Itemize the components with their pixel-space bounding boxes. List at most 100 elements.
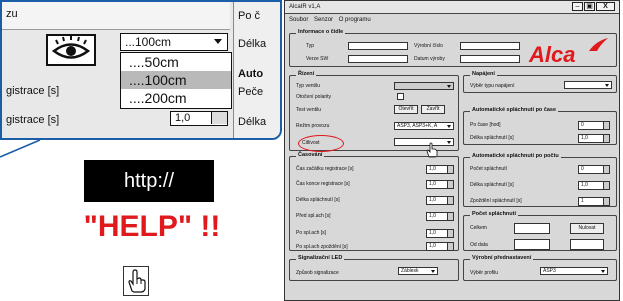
zavrit-button[interactable]: Zavřít [421, 105, 445, 114]
zoom-right-label-3: Auto [238, 68, 264, 80]
zoom-row-label-a: gistrace [s] [6, 85, 60, 97]
typ-field [348, 42, 408, 50]
minimize-button[interactable]: – [572, 2, 583, 11]
datum-vyroby-field [460, 55, 520, 63]
distance-combo-value: ...100cm [125, 35, 172, 49]
label-po-case: Po čase [hod] [470, 122, 501, 128]
distance-combo[interactable]: ...100cm [120, 33, 228, 51]
citlivost-select[interactable] [394, 138, 454, 146]
casovani-value: 1,0 [429, 197, 436, 203]
label-datum-vyroby: Datum výroby [414, 56, 445, 62]
menu-soubor[interactable]: Soubor [289, 17, 308, 23]
label-delka: Délka spláchnutí [s] [470, 135, 514, 141]
casovani-value: 1,0 [429, 243, 436, 249]
group-led-title: Signalizační LED [296, 255, 345, 261]
zoom-top-strip [2, 2, 230, 30]
od-data-field-2 [570, 239, 604, 250]
spinner-arrows-icon[interactable] [447, 166, 453, 173]
rezim-select[interactable]: ASP3, ASP3+K, A [394, 122, 454, 130]
casovani-spinner[interactable]: 1,0 [426, 196, 454, 205]
dropdown-option[interactable]: ....50cm [121, 53, 231, 71]
po-poctu-spinner[interactable]: 1,0 [578, 181, 610, 190]
alca-logo: Alca [529, 42, 576, 67]
spinner-arrows-icon[interactable] [447, 197, 453, 204]
casovani-spinner[interactable]: 1,0 [426, 165, 454, 174]
label-test-ventilu: Test ventilu [296, 107, 322, 113]
chevron-down-icon [431, 270, 435, 273]
casovani-label: Po spl.ach [s] [296, 230, 327, 236]
otoceni-checkbox[interactable] [397, 93, 404, 100]
group-napajeni-title: Napájení [470, 71, 497, 77]
label-vyrobni-cislo: Výrobní číslo [414, 43, 443, 49]
spinner-arrows-icon[interactable] [603, 122, 609, 129]
dropdown-option[interactable]: ....200cm [121, 89, 231, 107]
zoom-row-label: zu [6, 8, 18, 20]
label-led: Způsob signalizace [296, 270, 339, 276]
spinner-arrows-icon[interactable] [603, 166, 609, 173]
group-po-poctu-title: Automatické spláchnutí po počtu [470, 153, 561, 159]
eye-button[interactable] [46, 34, 96, 66]
group-led: Signalizační LED Způsob signalizace Zábl… [289, 255, 459, 281]
menu-o-programu[interactable]: O programu [339, 17, 371, 23]
casovani-spinner[interactable]: 1,0 [426, 242, 454, 251]
group-po-case: Automatické spláchnutí po čase Po čase [… [463, 107, 617, 145]
casovani-spinner[interactable]: 1,0 [426, 229, 454, 238]
chevron-down-icon [447, 125, 451, 128]
dropdown-option-selected[interactable]: ....100cm [121, 71, 231, 89]
close-button[interactable]: X [596, 2, 615, 11]
po-poctu-spinner[interactable]: 0 [578, 165, 610, 174]
zoom-spinner[interactable]: 1,0 [170, 111, 228, 126]
casovani-value: 1,0 [429, 230, 436, 236]
label-typ-ventilu: Typ ventilu [296, 83, 320, 89]
spinner-arrows-icon[interactable] [603, 182, 609, 189]
hand-cursor-icon [128, 269, 146, 293]
help-text: "HELP" !! [83, 210, 221, 243]
spinner-arrows-icon[interactable] [447, 230, 453, 237]
po-poctu-value: 1,0 [581, 182, 588, 188]
chevron-down-icon [214, 39, 222, 44]
group-napajeni: Napájení Výběr typu napájení [463, 71, 617, 93]
typ-ventilu-select[interactable] [394, 82, 454, 90]
maximize-button[interactable]: ▣ [584, 2, 595, 11]
group-po-case-title: Automatické spláchnutí po čase [470, 107, 559, 113]
casovani-spinner[interactable]: 1,0 [426, 212, 454, 221]
label-napajeni: Výběr typu napájení [470, 83, 515, 89]
po-poctu-value: 1 [581, 198, 584, 204]
po-case-spinner[interactable]: 0 [578, 121, 610, 130]
group-casovani: Časování Čas začátku registrace [s] 1,0 … [289, 152, 459, 251]
eye-icon [51, 36, 91, 59]
spinner-arrows-icon[interactable] [447, 243, 453, 250]
menu-bar: Soubor Senzor O programu [285, 15, 619, 25]
menu-senzor[interactable]: Senzor [314, 17, 333, 23]
casovani-label: Po spl.ach zpoždění [s] [296, 244, 348, 250]
chevron-down-icon [447, 85, 451, 88]
napajeni-select[interactable] [564, 81, 612, 89]
spinner-arrows-icon[interactable] [603, 135, 609, 142]
group-pocet-title: Počet spláchnutí [470, 211, 519, 217]
spinner-arrows-icon[interactable] [603, 198, 609, 205]
prednast-select[interactable]: ASP3 [540, 267, 608, 275]
nulovat-button[interactable]: Nulovat [570, 223, 604, 234]
po-poctu-spinner[interactable]: 1 [578, 197, 610, 206]
hand-cursor-box [123, 266, 149, 296]
label-typ: Typ [306, 43, 315, 49]
delka-value: 1,0 [581, 135, 588, 141]
spinner-arrows-icon[interactable] [211, 112, 227, 124]
led-select[interactable]: Záblesk [398, 267, 438, 275]
spinner-arrows-icon[interactable] [447, 213, 453, 220]
rezim-select-value: ASP3, ASP3+K, A [397, 123, 438, 129]
distance-dropdown[interactable]: ....50cm ....100cm ....200cm [120, 52, 232, 109]
label-verze-sw: Verze SW [306, 56, 329, 62]
chevron-down-icon [601, 270, 605, 273]
group-prednast: Výrobní přednastavení Výběr profilu ASP3 [463, 255, 617, 281]
group-pocet: Počet spláchnutí Celkem Nulovat Od data [463, 211, 617, 251]
otevrit-button[interactable]: Otevřít [394, 105, 418, 114]
zoom-right-label-1: Po č [238, 10, 261, 22]
zoom-spinner-value: 1,0 [175, 112, 191, 124]
app-window: AlcaIR v1,A – ▣ X Soubor Senzor O progra… [284, 0, 620, 301]
delka-spinner[interactable]: 1,0 [578, 134, 610, 143]
spinner-arrows-icon[interactable] [447, 181, 453, 188]
casovani-spinner[interactable]: 1,0 [426, 180, 454, 189]
vyrobni-cislo-field [460, 42, 520, 50]
zoom-row-label-b: gistrace [s] [6, 114, 60, 126]
